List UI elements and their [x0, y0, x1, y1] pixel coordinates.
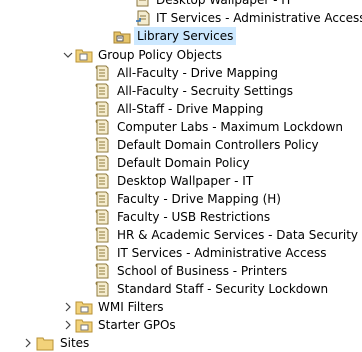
folder-icon	[75, 49, 93, 63]
gpo-icon	[95, 155, 109, 171]
gpo-link-icon	[136, 0, 149, 7]
tree-item-label: Group Policy Objects	[98, 48, 223, 62]
gpo-icon	[95, 173, 109, 189]
gpo-icon	[95, 101, 109, 117]
chevron-collapsed-icon[interactable]	[22, 334, 34, 352]
gpo-icon	[95, 263, 109, 279]
tree-item-label: Sites	[60, 336, 90, 350]
tree-item-label: All-Staff - Drive Mapping	[117, 102, 264, 116]
tree-item-label: HR & Academic Services - Data Security	[117, 228, 359, 242]
tree-item-label: WMI Filters	[98, 300, 164, 314]
gpo-icon	[95, 65, 109, 81]
gpo-icon	[95, 83, 109, 99]
tree-item-label: Computer Labs - Maximum Lockdown	[117, 120, 344, 134]
chevron-collapsed-icon[interactable]	[62, 298, 74, 316]
tree-item-label: Starter GPOs	[98, 318, 176, 332]
tree-item-label: Default Domain Controllers Policy	[117, 138, 319, 152]
tree-item-label: Faculty - USB Restrictions	[117, 210, 271, 224]
tree-item-label: School of Business - Printers	[117, 264, 288, 278]
tree-item-label: IT Services - Administrative Access	[156, 11, 362, 25]
chevron-expanded-icon[interactable]	[62, 46, 74, 64]
tree-item-label: Default Domain Policy	[117, 156, 250, 170]
gpo-link-icon	[136, 10, 150, 26]
folder-icon	[75, 319, 93, 333]
tree-item-label: All-Faculty - Secruity Settings	[117, 84, 293, 98]
gpo-icon	[95, 209, 109, 225]
tree-item-label: Standard Staff - Security Lockdown	[117, 282, 329, 296]
gpo-icon	[95, 137, 109, 153]
gpo-icon	[95, 281, 109, 297]
chevron-collapsed-icon[interactable]	[62, 316, 74, 334]
tree-item-label: Desktop Wallpaper - IT	[117, 174, 254, 188]
tree-item-label: Faculty - Drive Mapping (H)	[117, 192, 281, 206]
tree-item-label: All-Faculty - Drive Mapping	[117, 66, 278, 80]
tree-item-label: IT Services - Administrative Access	[117, 246, 327, 260]
organizational-unit-icon	[113, 31, 131, 44]
gpo-icon	[95, 227, 109, 243]
gpo-icon	[95, 245, 109, 261]
tree-item-label: Library Services	[134, 27, 237, 45]
tree-item-label: Desktop Wallpaper - IT	[156, 0, 293, 7]
gpo-icon	[95, 119, 109, 135]
gpo-icon	[95, 191, 109, 207]
folder-icon	[75, 301, 93, 315]
sites-icon	[36, 337, 54, 351]
